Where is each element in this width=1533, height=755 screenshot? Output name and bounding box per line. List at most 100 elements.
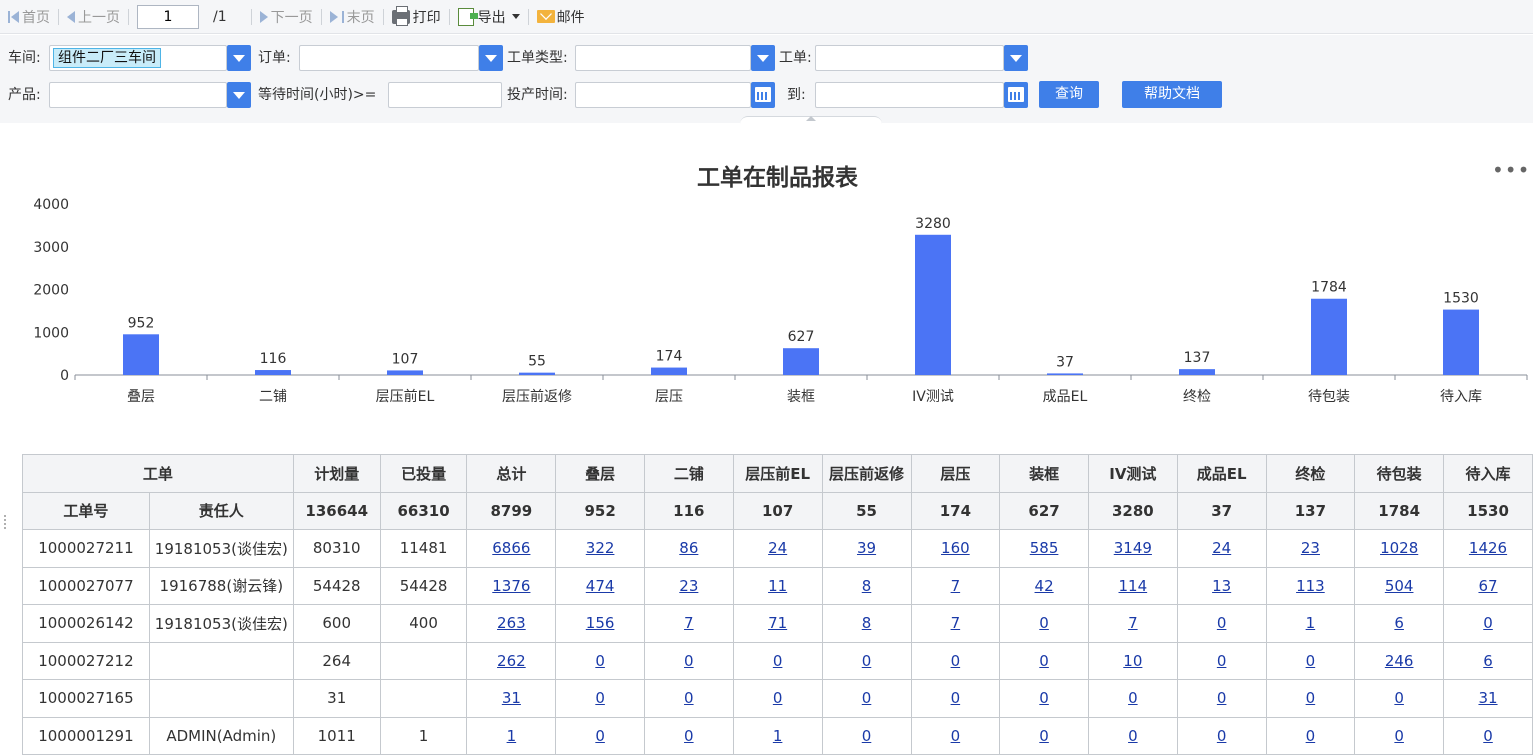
wo-type-dropdown-icon[interactable] [751, 45, 775, 71]
drilldown-link[interactable]: 86 [679, 539, 698, 557]
drilldown-link[interactable]: 10 [1123, 652, 1142, 670]
drilldown-link[interactable]: 0 [684, 727, 694, 745]
calendar-icon[interactable] [1004, 82, 1028, 108]
drilldown-link[interactable]: 6866 [492, 539, 530, 557]
drilldown-link[interactable]: 0 [951, 652, 961, 670]
workshop-dropdown-icon[interactable] [227, 45, 251, 71]
start-time-input[interactable] [575, 82, 751, 108]
drilldown-link[interactable]: 1 [773, 727, 783, 745]
drilldown-link[interactable]: 8 [862, 614, 872, 632]
drilldown-link[interactable]: 24 [1212, 539, 1231, 557]
drilldown-link[interactable]: 3149 [1114, 539, 1152, 557]
drilldown-link[interactable]: 1426 [1469, 539, 1507, 557]
drilldown-link[interactable]: 322 [586, 539, 615, 557]
drilldown-link[interactable]: 0 [1128, 689, 1138, 707]
drilldown-link[interactable]: 7 [951, 577, 961, 595]
drilldown-link[interactable]: 23 [1301, 539, 1320, 557]
drilldown-link[interactable]: 24 [768, 539, 787, 557]
product-dropdown-icon[interactable] [227, 82, 251, 108]
workshop-selected-chip[interactable]: 组件二厂三车间 [53, 48, 161, 68]
drilldown-link[interactable]: 1 [1306, 614, 1316, 632]
drilldown-link[interactable]: 0 [1306, 689, 1316, 707]
last-page-button[interactable]: 末页 [326, 5, 379, 29]
drilldown-link[interactable]: 0 [1039, 652, 1049, 670]
drilldown-link[interactable]: 7 [1128, 614, 1138, 632]
product-select[interactable] [49, 82, 227, 108]
drilldown-link[interactable]: 8 [862, 577, 872, 595]
drilldown-link[interactable]: 0 [773, 689, 783, 707]
drilldown-link[interactable]: 31 [502, 689, 521, 707]
wo-type-select[interactable] [575, 45, 751, 71]
drilldown-link[interactable]: 0 [595, 727, 605, 745]
drilldown-link[interactable]: 0 [1394, 727, 1404, 745]
query-button[interactable]: 查询 [1039, 81, 1099, 108]
drilldown-link[interactable]: 7 [951, 614, 961, 632]
collapse-filter-toggle[interactable] [740, 116, 882, 126]
drilldown-link[interactable]: 0 [862, 727, 872, 745]
drilldown-link[interactable]: 0 [684, 652, 694, 670]
drilldown-link[interactable]: 31 [1478, 689, 1497, 707]
end-time-input[interactable] [815, 82, 1004, 108]
drilldown-link[interactable]: 0 [951, 689, 961, 707]
drilldown-link[interactable]: 0 [1039, 727, 1049, 745]
drilldown-link[interactable]: 1 [507, 727, 517, 745]
next-page-button[interactable]: 下一页 [256, 5, 317, 29]
drilldown-link[interactable]: 71 [768, 614, 787, 632]
order-select[interactable] [299, 45, 479, 71]
drilldown-link[interactable]: 0 [862, 689, 872, 707]
drilldown-link[interactable]: 113 [1296, 577, 1325, 595]
drilldown-link[interactable]: 0 [773, 652, 783, 670]
drilldown-link[interactable]: 0 [684, 689, 694, 707]
drilldown-link[interactable]: 504 [1385, 577, 1414, 595]
drilldown-link[interactable]: 67 [1478, 577, 1497, 595]
drilldown-link[interactable]: 6 [1394, 614, 1404, 632]
drilldown-link[interactable]: 0 [862, 652, 872, 670]
drilldown-link[interactable]: 13 [1212, 577, 1231, 595]
drilldown-link[interactable]: 474 [586, 577, 615, 595]
drilldown-link[interactable]: 6 [1483, 652, 1493, 670]
drilldown-link[interactable]: 0 [1483, 614, 1493, 632]
help-doc-button[interactable]: 帮助文档 [1122, 81, 1222, 108]
print-button[interactable]: 打印 [388, 5, 445, 29]
drilldown-link[interactable]: 0 [1306, 727, 1316, 745]
drilldown-link[interactable]: 246 [1385, 652, 1414, 670]
drilldown-link[interactable]: 0 [1483, 727, 1493, 745]
drilldown-link[interactable]: 0 [1217, 689, 1227, 707]
page-number-input[interactable] [137, 4, 199, 29]
drilldown-link[interactable]: 0 [1217, 727, 1227, 745]
drag-handle-icon[interactable] [3, 514, 7, 530]
drilldown-link[interactable]: 114 [1119, 577, 1148, 595]
export-button[interactable]: 导出 [454, 5, 524, 29]
work-order-dropdown-icon[interactable] [1004, 45, 1028, 71]
more-options-icon[interactable]: ••• [1492, 160, 1530, 180]
drilldown-link[interactable]: 262 [497, 652, 526, 670]
drilldown-link[interactable]: 585 [1030, 539, 1059, 557]
drilldown-link[interactable]: 42 [1035, 577, 1054, 595]
work-order-select[interactable] [815, 45, 1004, 71]
drilldown-link[interactable]: 11 [768, 577, 787, 595]
first-page-button[interactable]: 首页 [4, 5, 54, 29]
drilldown-link[interactable]: 0 [1128, 727, 1138, 745]
drilldown-link[interactable]: 0 [1394, 689, 1404, 707]
drilldown-link[interactable]: 0 [1217, 614, 1227, 632]
wait-time-input[interactable] [388, 82, 502, 108]
workshop-select[interactable]: 组件二厂三车间 [49, 45, 227, 71]
drilldown-link[interactable]: 263 [497, 614, 526, 632]
mail-button[interactable]: 邮件 [533, 5, 589, 29]
drilldown-link[interactable]: 23 [679, 577, 698, 595]
drilldown-link[interactable]: 0 [595, 689, 605, 707]
order-dropdown-icon[interactable] [479, 45, 503, 71]
drilldown-link[interactable]: 0 [1039, 614, 1049, 632]
drilldown-link[interactable]: 156 [586, 614, 615, 632]
drilldown-link[interactable]: 160 [941, 539, 970, 557]
drilldown-link[interactable]: 0 [595, 652, 605, 670]
drilldown-link[interactable]: 0 [1217, 652, 1227, 670]
prev-page-button[interactable]: 上一页 [63, 5, 124, 29]
drilldown-link[interactable]: 1028 [1380, 539, 1418, 557]
drilldown-link[interactable]: 1376 [492, 577, 530, 595]
calendar-icon[interactable] [751, 82, 775, 108]
drilldown-link[interactable]: 39 [857, 539, 876, 557]
drilldown-link[interactable]: 7 [684, 614, 694, 632]
drilldown-link[interactable]: 0 [1039, 689, 1049, 707]
drilldown-link[interactable]: 0 [1306, 652, 1316, 670]
